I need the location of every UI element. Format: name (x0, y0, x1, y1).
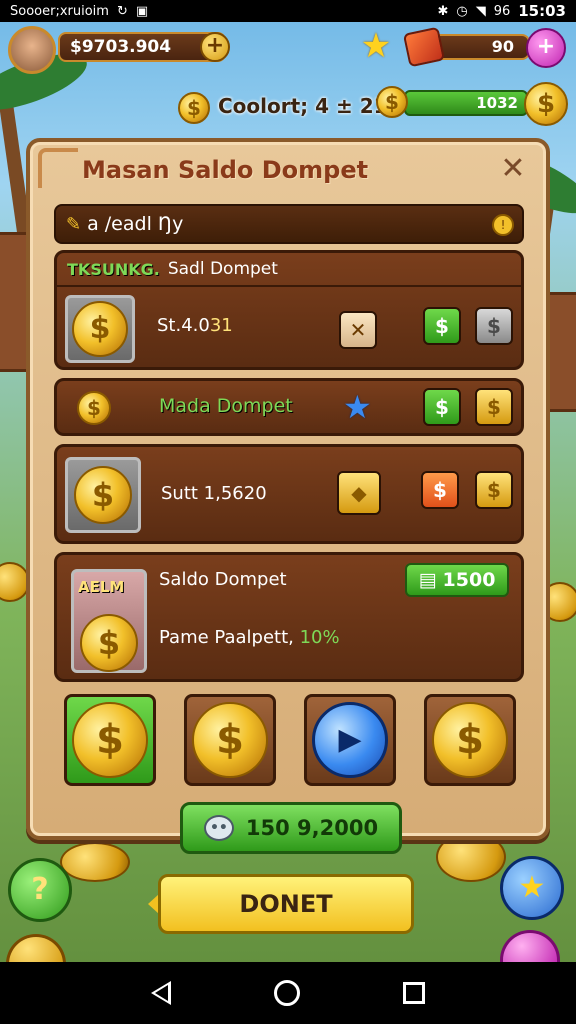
search-text: a /eadl Ŋy (87, 213, 184, 235)
coin-pile (60, 842, 130, 882)
cancel-button[interactable]: ✕ (339, 311, 377, 349)
row-subtitle-text: Pame Paalpett, (159, 627, 294, 648)
coupon-label: Coolort; 4 ± 21 (218, 94, 388, 118)
wallet-row: AELM $ Saldo Dompet ▤ 1500 Pame Paalpett… (54, 552, 524, 682)
home-icon[interactable] (273, 980, 300, 1006)
item-slot[interactable]: AELM $ (71, 569, 147, 673)
star-icon: ★ (343, 388, 372, 426)
donate-button[interactable]: DONET (158, 874, 414, 934)
clock: 15:03 (518, 2, 566, 20)
coin-option-button[interactable]: $ (64, 694, 156, 786)
coin-icon: $ (432, 702, 508, 778)
row-label: Mada Dompet (159, 395, 293, 417)
recent-apps-icon[interactable] (402, 982, 425, 1004)
value-button[interactable]: ▤ 1500 (405, 563, 509, 597)
coin-option-button[interactable]: $ (424, 694, 516, 786)
item-slot[interactable]: $ (65, 457, 141, 533)
coin-icon: $ (80, 614, 138, 672)
alarm-icon: ◷ (456, 3, 468, 19)
player-avatar[interactable] (8, 26, 56, 74)
treasure-icon[interactable]: ◆ (337, 471, 381, 515)
wallet-row: $ Sutt 1,5620 ◆ $ $ (54, 444, 524, 544)
carrier-label: Soooer;xruioim (10, 3, 109, 19)
info-icon[interactable]: ! (492, 214, 514, 236)
value-button-label: 1500 (442, 569, 496, 591)
wallet-icon: ▤ (418, 569, 437, 591)
wallet-row: $ Mada Dompet ★ $ $ (54, 378, 524, 436)
buy-dollar-button[interactable]: $ (423, 388, 461, 426)
total-label: 150 9,2000 (245, 816, 379, 840)
status-bar: Soooer;xruioim ↻ ▣ ✱ ◷ ◥ 96 15:03 (0, 0, 576, 22)
star-icon[interactable]: ★ (358, 28, 394, 64)
help-button[interactable]: ? (8, 858, 72, 922)
row-percent: 10% (299, 627, 340, 648)
xp-bar: 1032 (404, 90, 528, 116)
battery-label: 96 (493, 3, 511, 19)
row-value-main: St.4.0 (157, 315, 210, 336)
coin-icon: $ (72, 301, 128, 357)
wallet-panel: Masan Saldo Dompet ✕ ✎ a /eadl Ŋy ! TKSU… (26, 138, 550, 854)
gold-coin-button[interactable]: $ (475, 388, 513, 426)
navigation-bar (0, 962, 576, 1024)
coin-icon: $ (77, 391, 111, 425)
torch-icon: ✎ (66, 213, 82, 235)
total-button[interactable]: •• 150 9,2000 (180, 802, 402, 854)
wallet-row: TKSUNKG. Sadl Dompet $ St.4.031 ✕ $ $ (54, 250, 524, 370)
close-button[interactable]: ✕ (496, 152, 530, 186)
row-title: Sadl Dompet (167, 259, 278, 279)
row-tag: TKSUNKG. (67, 259, 160, 279)
buy-dollar-button[interactable]: $ (421, 471, 459, 509)
coin-icon: $ (178, 92, 210, 124)
search-bar[interactable]: ✎ a /eadl Ŋy ! (54, 204, 524, 244)
gems-display: 90 (430, 34, 530, 60)
coin-option-button[interactable]: $ (184, 694, 276, 786)
back-icon[interactable] (151, 981, 172, 1005)
chat-icon: •• (203, 815, 234, 841)
wifi-icon: ◥ (475, 3, 486, 19)
achievements-button[interactable]: ★ (500, 856, 564, 920)
badge-label: AELM (78, 578, 125, 596)
row-header: TKSUNKG. Sadl Dompet (57, 253, 521, 287)
add-gems-button[interactable]: + (526, 28, 566, 68)
row-value: St.4.031 (157, 315, 233, 336)
coin-icon: $ (74, 466, 132, 524)
row-subtitle: Pame Paalpett, 10% (159, 627, 340, 648)
gold-coin-button[interactable]: $ (475, 471, 513, 509)
item-slot[interactable]: $ (65, 295, 135, 363)
coin-shop-button[interactable]: $ (524, 82, 568, 126)
coin-icon: $ (376, 86, 408, 118)
notification-icon: ▣ (135, 3, 149, 19)
coin-icon: $ (72, 702, 148, 778)
play-icon: ▶ (312, 702, 388, 778)
sync-icon: ↻ (116, 3, 128, 19)
silver-coin-button[interactable]: $ (475, 307, 513, 345)
panel-title: Masan Saldo Dompet (82, 156, 369, 184)
add-balance-button[interactable]: + (200, 32, 230, 62)
coin-icon: $ (192, 702, 268, 778)
row-value-highlight: 31 (209, 315, 233, 336)
buy-dollar-button[interactable]: $ (423, 307, 461, 345)
panel-corner-ornament (38, 148, 78, 188)
row-title: Saldo Dompet (159, 569, 287, 590)
bluetooth-icon: ✱ (437, 3, 449, 19)
play-option-button[interactable]: ▶ (304, 694, 396, 786)
row-value: Sutt 1,5620 (161, 483, 267, 504)
